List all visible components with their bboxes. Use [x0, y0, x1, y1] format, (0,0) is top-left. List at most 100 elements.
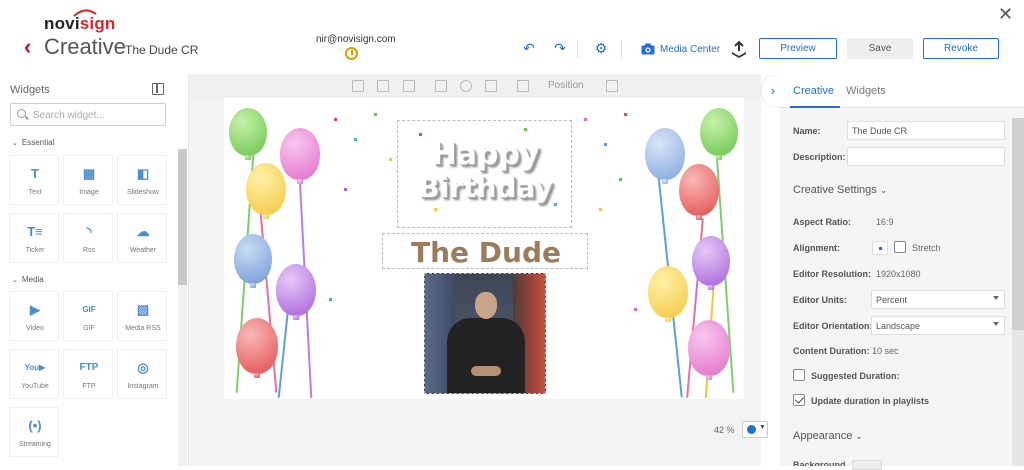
- balloon-green: [229, 108, 267, 160]
- stretch-label: Stretch: [912, 243, 941, 253]
- widget-label: Slideshow: [127, 189, 159, 196]
- widget-rss[interactable]: ◝ Rss: [63, 213, 113, 263]
- redo-icon[interactable]: ↷: [552, 40, 568, 56]
- balloon-pink: [280, 128, 320, 184]
- aspect-ratio-value[interactable]: 16:9: [876, 217, 894, 227]
- name-label: Name:: [793, 126, 821, 136]
- widgets-panel: Widgets ⌄Essential T Text ▦ Image ◧ Slid…: [0, 74, 189, 466]
- widget-text[interactable]: T Text: [9, 155, 59, 205]
- confetti: [374, 113, 377, 116]
- align-icon[interactable]: [352, 80, 364, 92]
- revoke-button[interactable]: Revoke: [923, 38, 999, 59]
- creative-stage[interactable]: Happy Birthday The Dude: [224, 98, 744, 399]
- caret-down-icon: [993, 296, 999, 300]
- widget-image[interactable]: ▦ Image: [63, 155, 113, 205]
- widget-label: Media RSS: [125, 325, 161, 332]
- search-icon: [17, 109, 26, 118]
- happy-birthday-widget[interactable]: Happy Birthday: [397, 120, 572, 228]
- instagram-icon: ◎: [137, 360, 149, 375]
- tab-widgets[interactable]: Widgets: [846, 85, 886, 97]
- photo-person-hands: [471, 366, 501, 376]
- widget-gif[interactable]: GIF GIF: [63, 291, 113, 341]
- tab-creative[interactable]: Creative: [793, 85, 834, 97]
- back-chevron-icon[interactable]: ‹: [24, 36, 38, 58]
- balloon-red: [236, 318, 278, 378]
- save-button[interactable]: Save: [847, 38, 913, 59]
- name-input[interactable]: The Dude CR: [847, 121, 1005, 140]
- caret-down-icon: [993, 322, 999, 326]
- widget-label: Rss: [82, 247, 96, 254]
- novisign-logo: novisign: [44, 14, 116, 34]
- background-color-picker[interactable]: [852, 460, 882, 470]
- widget-streaming[interactable]: (•) Streaming: [9, 407, 59, 457]
- editor-units-label: Editor Units:: [793, 295, 847, 305]
- appearance-toggle[interactable]: Appearance ⌄: [793, 430, 863, 442]
- alignment-picker[interactable]: [872, 241, 888, 255]
- ftp-icon: FTP: [79, 362, 99, 373]
- category-media[interactable]: ⌄ Media: [12, 275, 44, 284]
- confetti: [344, 188, 347, 191]
- canvas-area: Happy Birthday The Dude 42 % ▼: [189, 98, 768, 466]
- editor-orientation-select[interactable]: Landscape: [871, 316, 1005, 335]
- editor-orientation-label: Editor Orientation:: [793, 321, 873, 331]
- update-duration-checkbox[interactable]: [793, 394, 805, 406]
- balloon-yellow: [648, 266, 688, 322]
- share-icon[interactable]: [606, 80, 618, 92]
- editor-resolution-label: Editor Resolution:: [793, 269, 871, 279]
- content-duration-value: 10 sec: [872, 346, 899, 356]
- widget-label: FTP: [82, 383, 96, 390]
- distribute-icon[interactable]: [377, 80, 389, 92]
- position-button[interactable]: Position: [548, 80, 584, 91]
- widget-slideshow[interactable]: ◧ Slideshow: [117, 155, 167, 205]
- youtube-icon: You▶: [24, 363, 46, 372]
- editor-units-select[interactable]: Percent: [871, 290, 1005, 309]
- widget-video[interactable]: ▶ Video: [9, 291, 59, 341]
- widgets-panel-title: Widgets: [10, 84, 50, 96]
- search-widget-box[interactable]: [10, 103, 166, 126]
- description-input[interactable]: [847, 147, 1005, 166]
- widgets-scrollbar-thumb[interactable]: [178, 149, 187, 285]
- zoom-dropdown[interactable]: ▼: [742, 421, 768, 438]
- video-icon: ▶: [30, 302, 40, 317]
- image-icon: ▦: [82, 166, 96, 181]
- trash-icon[interactable]: [517, 80, 529, 92]
- widget-ticker[interactable]: T≡ Ticker: [9, 213, 59, 263]
- stretch-checkbox[interactable]: [894, 241, 906, 253]
- gear-icon[interactable]: ⚙: [593, 40, 609, 56]
- preview-button[interactable]: Preview: [759, 38, 837, 59]
- undo-icon[interactable]: ↶: [521, 40, 537, 56]
- properties-scrollbar-thumb[interactable]: [1012, 118, 1024, 330]
- chevron-down-icon: ⌄: [12, 140, 18, 147]
- rss-icon: ◝: [86, 224, 92, 239]
- close-icon[interactable]: ✕: [998, 4, 1013, 25]
- paste-icon[interactable]: [485, 80, 497, 92]
- search-widget-input[interactable]: [33, 107, 163, 123]
- category-essential[interactable]: ⌄ Essential: [12, 138, 54, 147]
- confetti: [584, 118, 587, 121]
- zoom-icon: [747, 425, 756, 434]
- widget-media-rss[interactable]: ▧ Media RSS: [117, 291, 167, 341]
- widget-instagram[interactable]: ◎ Instagram: [117, 349, 167, 399]
- widget-label: Video: [26, 325, 44, 332]
- name-text-widget[interactable]: The Dude: [382, 233, 588, 269]
- cut-icon[interactable]: [460, 80, 472, 92]
- widget-ftp[interactable]: FTP FTP: [63, 349, 113, 399]
- widget-youtube[interactable]: You▶ YouTube: [9, 349, 59, 399]
- properties-panel: Creative Widgets Name: The Dude CR Descr…: [780, 74, 1024, 470]
- editor-orientation-value: Landscape: [876, 321, 921, 331]
- category-media-label: Media: [21, 275, 44, 284]
- clock-icon[interactable]: [345, 47, 358, 60]
- editor-resolution-value[interactable]: 1920x1080: [876, 269, 921, 279]
- copy-icon[interactable]: [435, 80, 447, 92]
- publish-upload-icon[interactable]: [730, 40, 748, 58]
- fit-icon[interactable]: [403, 80, 415, 92]
- properties-tabs: Creative Widgets: [780, 74, 1024, 108]
- collapse-panel-icon[interactable]: [152, 83, 164, 95]
- suggested-duration-checkbox[interactable]: [793, 369, 805, 381]
- widget-label: Instagram: [127, 383, 159, 390]
- media-center-button[interactable]: Media Center: [641, 40, 720, 58]
- widget-weather[interactable]: ☁ Weather: [117, 213, 167, 263]
- balloon-yellow: [246, 163, 286, 219]
- creative-settings-toggle[interactable]: Creative Settings ⌄: [793, 184, 887, 196]
- photo-widget[interactable]: [424, 273, 546, 394]
